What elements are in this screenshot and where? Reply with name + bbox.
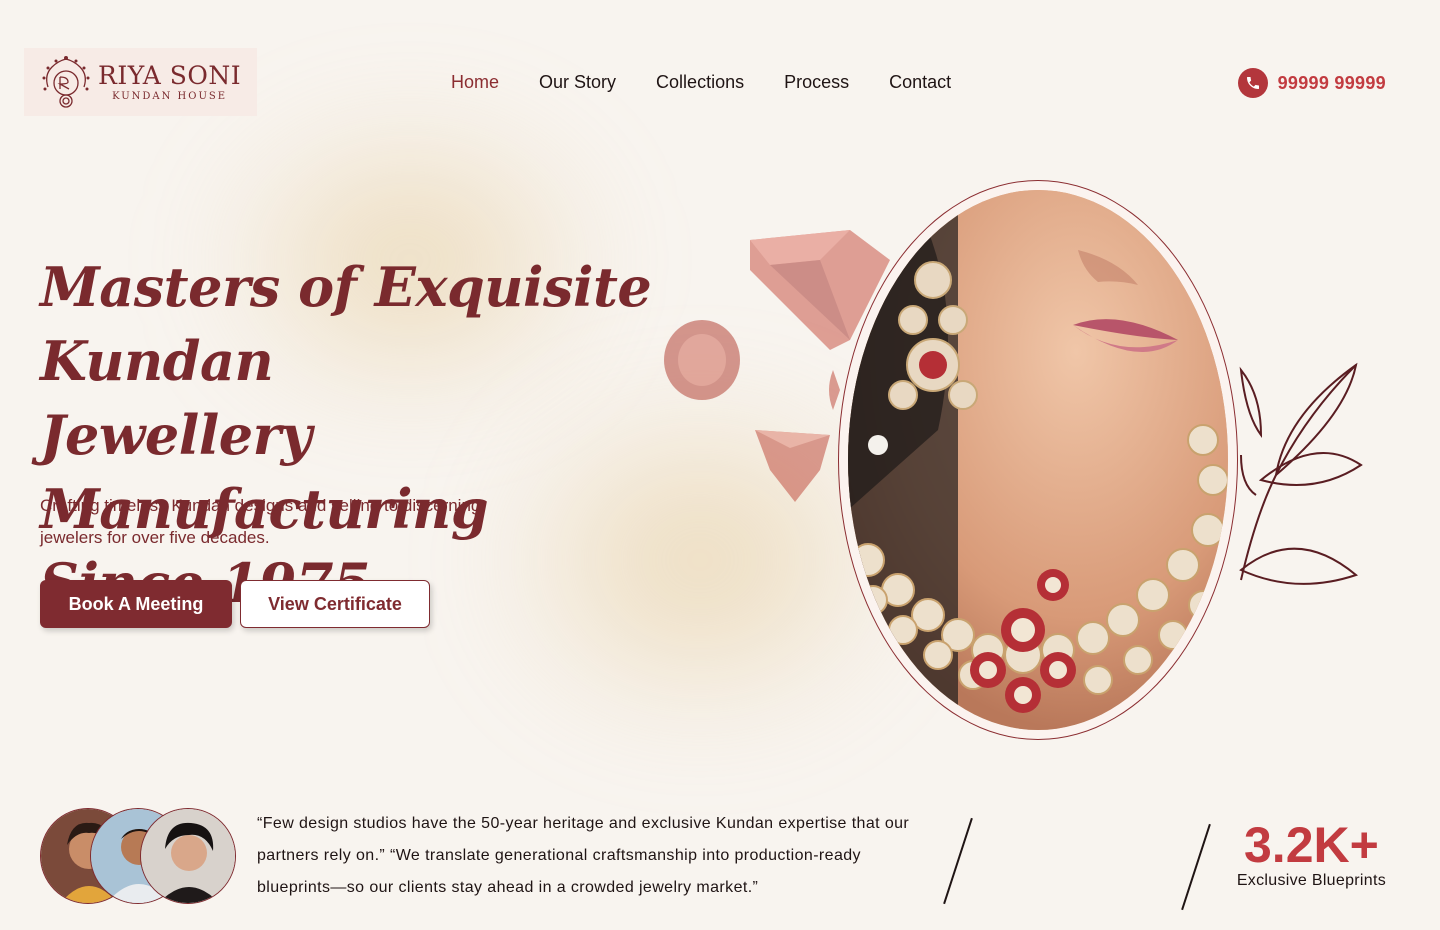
book-meeting-button[interactable]: Book A Meeting [40, 580, 232, 628]
brand-logo[interactable]: RIYA SONI KUNDAN HOUSE [24, 48, 257, 116]
logo-emblem-icon [42, 56, 90, 108]
brand-name: RIYA SONI [98, 60, 242, 90]
nav-item-home[interactable]: Home [451, 72, 499, 93]
hero-title: Masters of Exquisite Kundan Jewellery Ma… [40, 250, 740, 620]
view-certificate-button[interactable]: View Certificate [240, 580, 430, 628]
hero-subtitle: Crafting timeless Kundan designs and sel… [40, 496, 481, 547]
stat-label: Exclusive Blueprints [1236, 872, 1386, 889]
testimonial-quote: “Few design studios have the 50-year her… [257, 815, 910, 896]
phone-icon [1237, 68, 1268, 98]
client-avatars [40, 808, 240, 904]
phone-contact[interactable]: 99999 99999 [1237, 68, 1386, 98]
divider [943, 817, 973, 905]
decorative-leaves-icon [1239, 362, 1363, 585]
stat-value: 3.2K+ [1244, 817, 1379, 873]
nav-item-our-story[interactable]: Our Story [539, 72, 616, 93]
main-nav: Home Our Story Collections Process Conta… [451, 72, 951, 93]
nav-item-process[interactable]: Process [784, 72, 849, 93]
brand-subtitle: KUNDAN HOUSE [112, 90, 228, 102]
nav-item-contact[interactable]: Contact [889, 72, 951, 93]
stat-block: 3.2K+ Exclusive Blueprints [1237, 818, 1386, 890]
hero-title-line: Masters of Exquisite Kundan [40, 255, 652, 393]
divider [1181, 823, 1211, 911]
phone-number: 99999 99999 [1277, 72, 1386, 93]
hero-jewelry-image [848, 190, 1228, 730]
avatar [140, 808, 236, 904]
nav-item-collections[interactable]: Collections [656, 72, 744, 93]
